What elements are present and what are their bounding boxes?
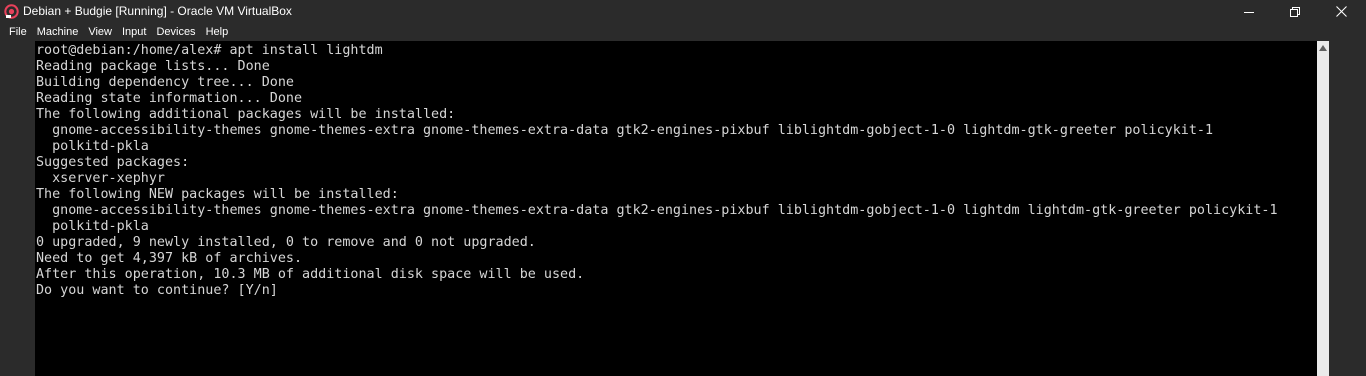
terminal-line: Building dependency tree... Done xyxy=(36,75,294,90)
virtualbox-icon xyxy=(4,4,19,19)
scroll-up-button[interactable] xyxy=(1317,41,1329,53)
terminal-line: The following NEW packages will be insta… xyxy=(36,187,399,202)
terminal-output: root@debian:/home/alex# apt install ligh… xyxy=(36,43,1278,299)
vm-display-border-right xyxy=(1329,41,1366,376)
restore-icon xyxy=(1290,6,1300,17)
menu-bar: File Machine View Input Devices Help xyxy=(0,23,1366,41)
close-icon xyxy=(1335,6,1347,17)
virtualbox-window: Debian + Budgie [Running] - Oracle VM Vi… xyxy=(0,0,1366,376)
terminal-line: The following additional packages will b… xyxy=(36,107,456,122)
terminal-line: gnome-accessibility-themes gnome-themes-… xyxy=(36,203,1278,218)
terminal-line: 0 upgraded, 9 newly installed, 0 to remo… xyxy=(36,235,536,250)
terminal-line: xserver-xephyr xyxy=(36,171,165,186)
vertical-scrollbar[interactable] xyxy=(1317,41,1329,376)
menu-file[interactable]: File xyxy=(0,23,32,41)
terminal-line: Need to get 4,397 kB of archives. xyxy=(36,251,303,266)
scrollbar-track[interactable] xyxy=(1317,53,1329,376)
terminal-line: After this operation, 10.3 MB of additio… xyxy=(36,267,585,282)
terminal-line: Reading package lists... Done xyxy=(36,59,270,74)
window-title: Debian + Budgie [Running] - Oracle VM Vi… xyxy=(23,4,292,18)
terminal-line: root@debian:/home/alex# apt install ligh… xyxy=(36,43,383,58)
menu-input[interactable]: Input xyxy=(117,23,151,41)
menu-machine[interactable]: Machine xyxy=(32,23,84,41)
restore-button[interactable] xyxy=(1272,0,1318,23)
menu-devices[interactable]: Devices xyxy=(151,23,200,41)
menu-view[interactable]: View xyxy=(83,23,117,41)
terminal-line: gnome-accessibility-themes gnome-themes-… xyxy=(36,123,1214,138)
terminal-line: Reading state information... Done xyxy=(36,91,303,106)
title-bar[interactable]: Debian + Budgie [Running] - Oracle VM Vi… xyxy=(0,0,1366,23)
terminal-line: polkitd-pkla xyxy=(36,139,149,154)
terminal-line: Suggested packages: xyxy=(36,155,190,170)
terminal-line: polkitd-pkla xyxy=(36,219,149,234)
terminal-prompt-line: Do you want to continue? [Y/n] xyxy=(36,283,278,298)
terminal-console[interactable]: root@debian:/home/alex# apt install ligh… xyxy=(35,41,1317,376)
minimize-icon xyxy=(1244,7,1254,17)
vm-display-border-left xyxy=(0,41,35,376)
minimize-button[interactable] xyxy=(1226,0,1272,23)
menu-help[interactable]: Help xyxy=(201,23,234,41)
close-button[interactable] xyxy=(1318,0,1364,23)
